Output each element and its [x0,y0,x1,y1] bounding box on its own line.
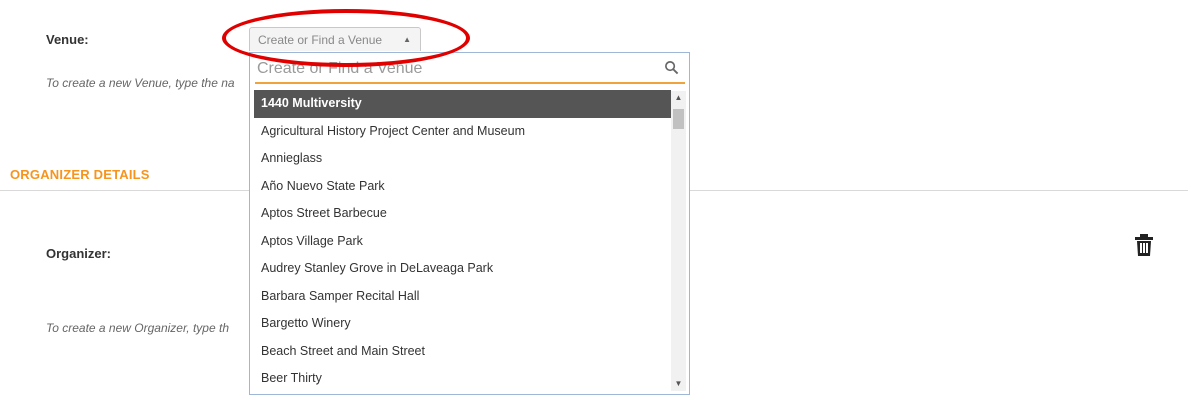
organizer-section-title: ORGANIZER DETAILS [10,167,150,182]
venue-select-placeholder: Create or Find a Venue [258,33,383,47]
organizer-hint: To create a new Organizer, type th [46,321,229,335]
venue-option[interactable]: Agricultural History Project Center and … [254,118,671,146]
venue-options-list: 1440 Multiversity Agricultural History Pr… [254,90,671,391]
scroll-up-icon[interactable]: ▲ [671,91,686,105]
venue-option[interactable]: Aptos Village Park [254,228,671,256]
venue-option[interactable]: 1440 Multiversity [254,90,671,118]
dropdown-scrollbar[interactable]: ▲ ▼ [671,91,686,391]
venue-option[interactable]: Annieglass [254,145,671,173]
scroll-thumb[interactable] [673,109,684,129]
organizer-label: Organizer: [46,246,112,261]
search-icon [665,61,679,75]
trash-icon[interactable] [1134,234,1154,256]
venue-option[interactable]: Año Nuevo State Park [254,173,671,201]
venue-select[interactable]: Create or Find a Venue ▲ [249,27,421,51]
venue-dropdown: 1440 MultiversityAgricultural History Pr… [249,52,690,395]
venue-option[interactable]: Barbara Samper Recital Hall [254,283,671,311]
venue-hint: To create a new Venue, type the na [46,76,235,90]
venue-search-input[interactable] [255,57,657,81]
dropdown-search [255,57,685,84]
venue-option[interactable]: Bargetto Winery [254,310,671,338]
triangle-up-icon: ▲ [403,35,411,44]
scroll-down-icon[interactable]: ▼ [671,377,686,391]
venue-option[interactable]: Aptos Street Barbecue [254,200,671,228]
venue-option[interactable]: Beer Thirty [254,365,671,391]
venue-option[interactable]: Beach Street and Main Street [254,338,671,366]
venue-label: Venue: [46,32,89,47]
venue-option[interactable]: Audrey Stanley Grove in DeLaveaga Park [254,255,671,283]
